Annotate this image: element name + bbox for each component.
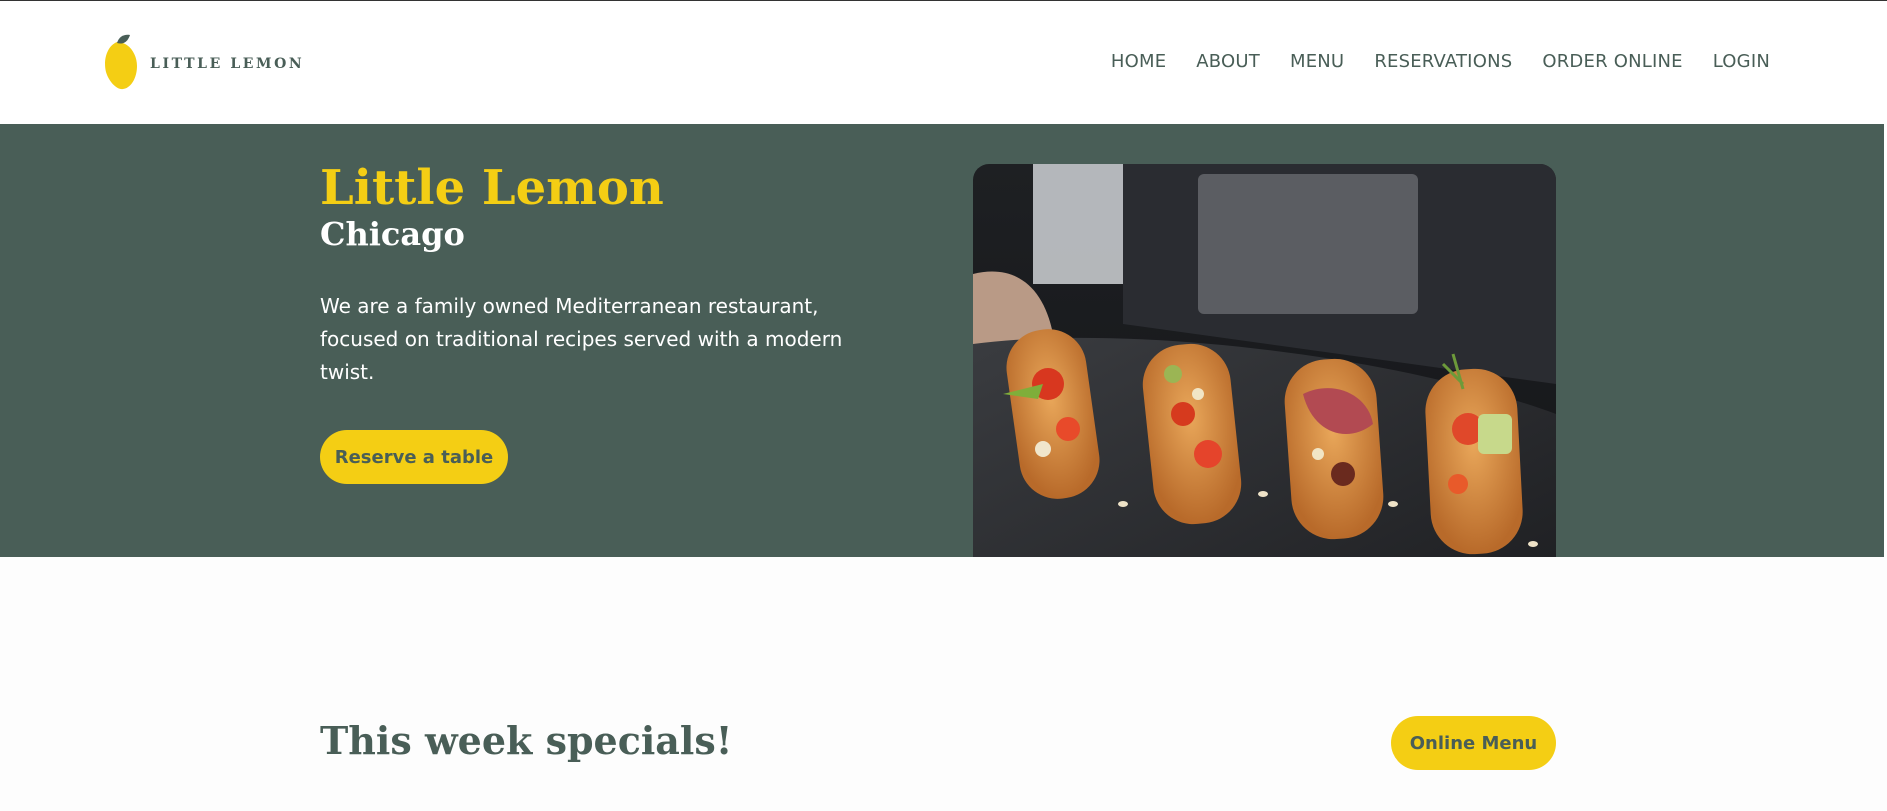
hero-title: Little Lemon: [320, 160, 664, 216]
specials-title: This week specials!: [320, 718, 733, 763]
hero-subtitle: Chicago: [320, 215, 465, 253]
nav-about[interactable]: ABOUT: [1196, 51, 1260, 72]
nav-reservations[interactable]: RESERVATIONS: [1374, 51, 1512, 72]
main-nav: HOME ABOUT MENU RESERVATIONS ORDER ONLIN…: [1081, 51, 1770, 72]
nav-menu[interactable]: MENU: [1290, 51, 1344, 72]
nav-home[interactable]: HOME: [1111, 51, 1166, 72]
hero-description: We are a family owned Mediterranean rest…: [320, 294, 843, 384]
logo[interactable]: LITTLE LEMON: [103, 34, 304, 90]
specials-section: [0, 557, 1887, 811]
online-menu-button[interactable]: Online Menu: [1391, 716, 1556, 770]
logo-text: LITTLE LEMON: [150, 56, 305, 72]
reserve-table-button[interactable]: Reserve a table: [320, 430, 508, 484]
site-header: LITTLE LEMON HOME ABOUT MENU RESERVATION…: [0, 1, 1887, 124]
lemon-icon: [103, 34, 139, 90]
nav-order-online[interactable]: ORDER ONLINE: [1542, 51, 1682, 72]
hero-section: [0, 124, 1884, 557]
nav-login[interactable]: LOGIN: [1713, 51, 1770, 72]
